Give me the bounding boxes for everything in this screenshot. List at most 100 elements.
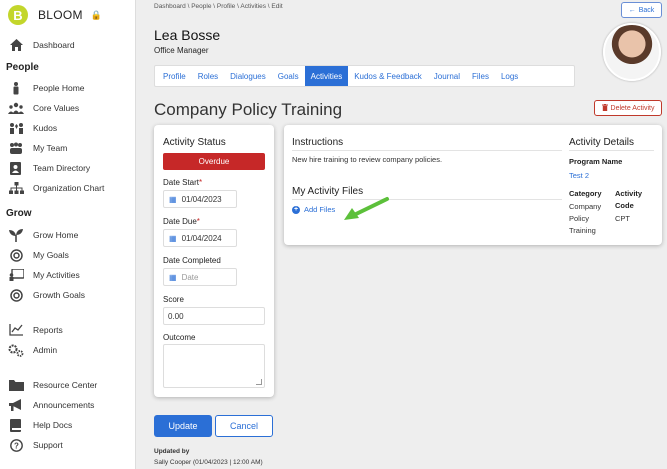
calendar-icon: ▦	[169, 272, 177, 282]
arrow-left-icon: ←	[628, 6, 636, 14]
date-start-value: 01/04/2023	[181, 194, 222, 204]
back-button-label: Back	[638, 6, 655, 14]
line-chart-icon	[8, 323, 24, 337]
divider	[292, 199, 562, 200]
breadcrumb[interactable]: Dashboard \ People \ Profile \ Activitie…	[154, 3, 283, 10]
updated-by-label: Updated by	[154, 448, 190, 455]
sidebar-item-growth-goals[interactable]: Growth Goals	[8, 287, 85, 303]
sidebar-item-label: Growth Goals	[33, 290, 85, 300]
program-name-label: Program Name	[569, 157, 623, 166]
add-files-button[interactable]: + Add Files	[292, 205, 335, 214]
date-due-field[interactable]: ▦ 01/04/2024	[163, 229, 237, 247]
sidebar-item-announcements[interactable]: Announcements	[8, 397, 94, 413]
sidebar-item-admin[interactable]: Admin	[8, 342, 57, 358]
category-value-line: Training	[569, 226, 596, 235]
brand[interactable]: B BLOOM 🔒	[8, 5, 102, 25]
presentation-icon	[8, 268, 24, 282]
sidebar-item-label: Reports	[33, 325, 63, 335]
people-section-heading: People	[6, 62, 39, 73]
grow-section-heading: Grow	[6, 208, 32, 219]
address-book-icon	[8, 161, 24, 175]
tab-roles[interactable]: Roles	[192, 66, 224, 86]
divider	[569, 150, 654, 151]
tab-kudos-feedback[interactable]: Kudos & Feedback	[348, 66, 428, 86]
status-badge: Overdue	[163, 153, 265, 170]
activity-details-title: Activity Details	[569, 137, 635, 148]
sidebar-item-dashboard[interactable]: Dashboard	[8, 37, 75, 53]
sidebar-item-label: My Goals	[33, 250, 69, 260]
sidebar-item-people-home[interactable]: People Home	[8, 80, 85, 96]
tab-logs[interactable]: Logs	[495, 66, 524, 86]
activity-status-card: Activity Status Overdue Date Start* ▦ 01…	[154, 125, 274, 397]
bloom-logo: B	[8, 5, 28, 25]
sidebar-item-label: Dashboard	[33, 40, 75, 50]
sidebar-item-label: Core Values	[33, 103, 80, 113]
sidebar-item-label: Team Directory	[33, 163, 91, 173]
calendar-icon: ▦	[169, 233, 177, 243]
category-value-line: Company	[569, 202, 602, 211]
sidebar-item-team-directory[interactable]: Team Directory	[8, 160, 90, 176]
outcome-textarea[interactable]	[163, 344, 265, 388]
sidebar: B BLOOM 🔒 Dashboard People People Home C…	[0, 0, 136, 469]
lock-icon[interactable]: 🔒	[91, 10, 102, 21]
activity-code-label-line: Activity	[615, 189, 643, 198]
question-circle-icon: ?	[8, 438, 24, 452]
book-icon	[8, 418, 24, 432]
target-icon	[8, 288, 24, 302]
gears-icon	[8, 343, 24, 357]
sidebar-item-my-activities[interactable]: My Activities	[8, 267, 80, 283]
plus-circle-icon: +	[292, 205, 300, 214]
sidebar-item-my-team[interactable]: My Team	[8, 140, 67, 156]
cancel-button[interactable]: Cancel	[215, 415, 273, 437]
activity-status-title: Activity Status	[163, 137, 226, 148]
update-button[interactable]: Update	[154, 415, 212, 437]
sidebar-item-core-values[interactable]: Core Values	[8, 100, 79, 116]
sidebar-item-label: People Home	[33, 83, 85, 93]
tab-activities[interactable]: Activities	[304, 66, 349, 86]
person-title: Office Manager	[154, 46, 209, 55]
sidebar-item-help-docs[interactable]: Help Docs	[8, 417, 72, 433]
tab-profile[interactable]: Profile	[157, 66, 192, 86]
brand-name: BLOOM	[38, 8, 83, 22]
tab-goals[interactable]: Goals	[272, 66, 305, 86]
delete-activity-label: Delete Activity	[610, 104, 655, 112]
person-icon	[8, 81, 24, 95]
sidebar-item-resource-center[interactable]: Resource Center	[8, 377, 97, 393]
sidebar-item-label: My Team	[33, 143, 68, 153]
program-name-link[interactable]: Test 2	[569, 171, 589, 180]
sidebar-item-kudos[interactable]: Kudos	[8, 120, 57, 136]
score-field[interactable]: 0.00	[163, 307, 265, 325]
score-label: Score	[163, 295, 184, 304]
outcome-label: Outcome	[163, 333, 196, 342]
date-start-label: Date Start*	[163, 178, 203, 187]
activity-code-value: CPT	[615, 214, 630, 223]
sidebar-item-label: Resource Center	[33, 380, 98, 390]
annotation-arrow-icon	[344, 197, 389, 220]
activity-code-label-line: Code	[615, 201, 634, 210]
back-button[interactable]: ← Back	[621, 2, 662, 18]
date-completed-placeholder: Date	[181, 272, 199, 282]
instructions-card: Instructions New hire training to review…	[284, 125, 662, 245]
sidebar-item-label: Organization Chart	[33, 183, 105, 193]
sidebar-item-support[interactable]: ? Support	[8, 437, 63, 453]
sidebar-item-label: Announcements	[33, 400, 95, 410]
sidebar-item-reports[interactable]: Reports	[8, 322, 63, 338]
person-name: Lea Bosse	[154, 27, 221, 43]
megaphone-icon	[8, 398, 24, 412]
sidebar-item-grow-home[interactable]: Grow Home	[8, 227, 78, 243]
team-icon	[8, 141, 24, 155]
tab-files[interactable]: Files	[466, 66, 495, 86]
tab-journal[interactable]: Journal	[428, 66, 466, 86]
date-start-field[interactable]: ▦ 01/04/2023	[163, 190, 237, 208]
sidebar-item-label: My Activities	[33, 270, 80, 280]
tab-dialogues[interactable]: Dialogues	[224, 66, 272, 86]
date-completed-field[interactable]: ▦ Date	[163, 268, 237, 286]
delete-activity-button[interactable]: Delete Activity	[594, 100, 662, 116]
page-title: Company Policy Training	[154, 100, 343, 119]
sidebar-item-my-goals[interactable]: My Goals	[8, 247, 69, 263]
sidebar-item-label: Admin	[33, 345, 58, 355]
people-group-icon	[8, 101, 24, 115]
folder-icon	[8, 378, 24, 392]
sidebar-item-label: Grow Home	[33, 230, 79, 240]
sidebar-item-organization-chart[interactable]: Organization Chart	[8, 180, 104, 196]
